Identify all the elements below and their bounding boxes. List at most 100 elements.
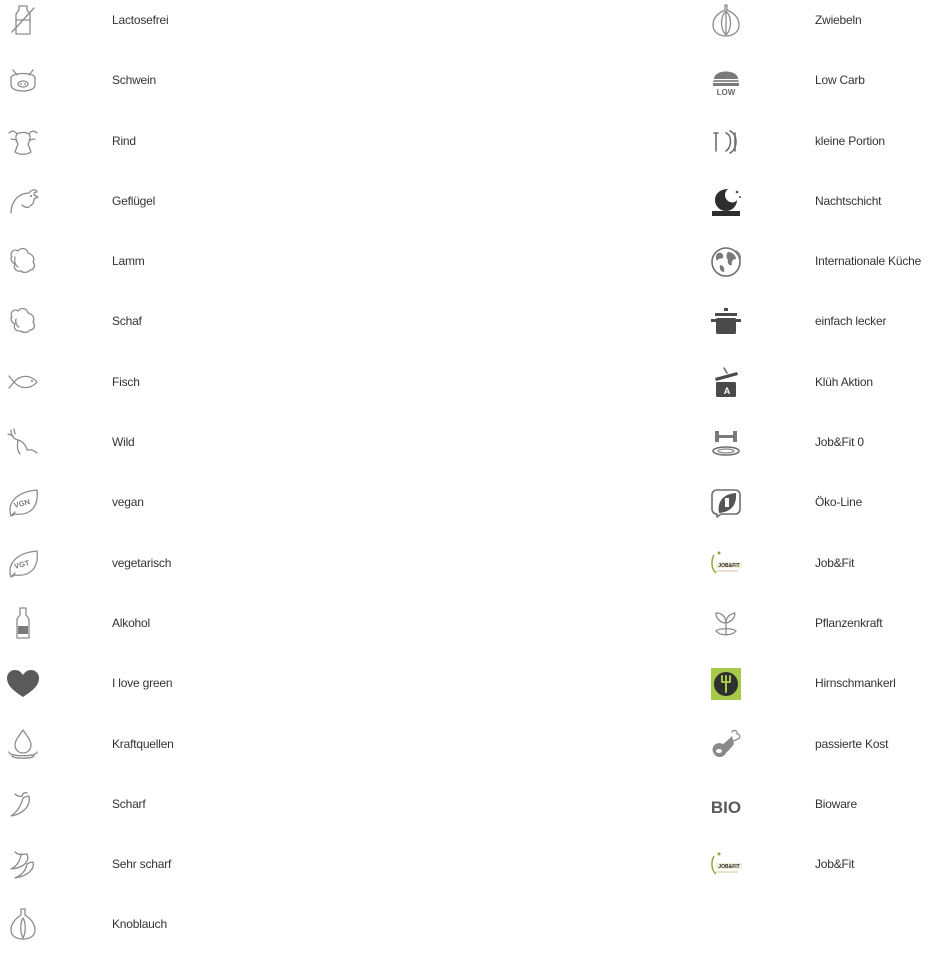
legend-item: Wild bbox=[0, 422, 360, 482]
legend-item: Scharf bbox=[0, 784, 360, 844]
legend-label: Job&Fit bbox=[815, 857, 855, 872]
legend-item: Zwiebeln bbox=[700, 0, 937, 60]
legend-item: einfach lecker bbox=[700, 301, 937, 361]
legend-label: Öko-Line bbox=[815, 495, 863, 510]
legend-label: Alkohol bbox=[112, 615, 150, 630]
water-drop-icon bbox=[3, 726, 43, 762]
sheep-icon bbox=[3, 303, 43, 339]
legend-item: Schwein bbox=[0, 60, 360, 120]
leaf-badge-text: VGT bbox=[13, 558, 31, 571]
heart-icon bbox=[3, 665, 43, 701]
legend-item: Schaf bbox=[0, 301, 360, 361]
legend-label: Wild bbox=[112, 435, 135, 450]
legend-label: Lactosefrei bbox=[112, 13, 169, 27]
bottle-icon bbox=[3, 605, 43, 641]
legend-label: Schwein bbox=[112, 73, 156, 88]
legend-item: Sehr scharf bbox=[0, 844, 360, 904]
legend-item: JOB&FIT Job&Fit bbox=[700, 543, 937, 603]
cow-icon bbox=[3, 123, 43, 159]
legend-item: Öko-Line bbox=[700, 482, 937, 542]
legend-item: Geflügel bbox=[0, 181, 360, 241]
bio-badge-text: BIO bbox=[711, 798, 741, 817]
legend-label: Fisch bbox=[112, 374, 140, 389]
legend-item: Rind bbox=[0, 121, 360, 181]
promo-pot-icon: A bbox=[706, 364, 746, 400]
globe-icon bbox=[706, 243, 746, 279]
legend-item: A Klüh Aktion bbox=[700, 362, 937, 422]
night-shift-icon bbox=[706, 183, 746, 219]
legend-label: Job&Fit 0 bbox=[815, 435, 864, 450]
bio-icon: BIO bbox=[706, 786, 746, 822]
legend-label: Lamm bbox=[112, 254, 145, 269]
legend-item: BIO Bioware bbox=[700, 784, 937, 844]
legend-item: passierte Kost bbox=[700, 724, 937, 784]
leaf-badge-text: VGN bbox=[13, 497, 31, 510]
legend-label: Kraftquellen bbox=[112, 736, 174, 751]
legend-label: kleine Portion bbox=[815, 133, 885, 148]
legend-label: Internationale Küche bbox=[815, 254, 922, 269]
legend-item: kleine Portion bbox=[700, 121, 937, 181]
deer-icon bbox=[3, 424, 43, 460]
legend-item: JOB&FIT Job&Fit bbox=[700, 844, 937, 904]
plant-power-icon bbox=[706, 605, 746, 641]
legend-item: LOW Low Carb bbox=[700, 60, 937, 120]
double-chili-icon bbox=[3, 846, 43, 882]
legend-item: Alkohol bbox=[0, 603, 360, 663]
onion-icon bbox=[706, 2, 746, 38]
job-fit-logo-icon: JOB&FIT bbox=[706, 846, 746, 882]
legend-label: I love green bbox=[112, 676, 173, 691]
legend-column-right: Zwiebeln LOW Low Carb kleine Portion Nachtsc… bbox=[700, 0, 937, 904]
legend-label: Knoblauch bbox=[112, 917, 167, 932]
legend-column-left: Lactosefrei Schwein Rind Geflügel Lamm Schaf F… bbox=[0, 0, 360, 965]
job-fit-logo-icon: JOB&FIT bbox=[706, 545, 746, 581]
legend-item: VGN vegan bbox=[0, 482, 360, 542]
legend-label: Bioware bbox=[815, 796, 857, 811]
low-carb-icon: LOW bbox=[706, 62, 746, 98]
promo-badge-text: A bbox=[724, 386, 731, 396]
legend-label: Sehr scharf bbox=[112, 857, 172, 872]
legend-item: Nachtschicht bbox=[700, 181, 937, 241]
legend-item: Pflanzenkraft bbox=[700, 603, 937, 663]
legend-item: Kraftquellen bbox=[0, 724, 360, 784]
legend-label: Pflanzenkraft bbox=[815, 615, 883, 630]
legend-label: Job&Fit bbox=[815, 555, 855, 570]
chili-icon bbox=[3, 786, 43, 822]
legend-item: VGT vegetarisch bbox=[0, 543, 360, 603]
vegetarian-leaf-icon: VGT bbox=[3, 545, 43, 581]
legend-label: vegetarisch bbox=[112, 555, 172, 570]
lamb-icon bbox=[3, 243, 43, 279]
low-badge-text: LOW bbox=[717, 88, 736, 97]
legend-item: Lamm bbox=[0, 241, 360, 301]
legend-label: Low Carb bbox=[815, 73, 865, 88]
legend-item: I love green bbox=[0, 663, 360, 723]
legend-label: Geflügel bbox=[112, 193, 156, 208]
legend-item: Lactosefrei bbox=[0, 0, 360, 60]
dumbbell-plate-icon bbox=[706, 424, 746, 460]
legend-label: Zwiebeln bbox=[815, 13, 862, 27]
legend-label: vegan bbox=[112, 495, 144, 510]
job-fit-badge-text: JOB&FIT bbox=[718, 563, 739, 569]
legend-label: passierte Kost bbox=[815, 736, 889, 751]
legend-label: Nachtschicht bbox=[815, 193, 882, 208]
legend-label: einfach lecker bbox=[815, 314, 887, 329]
legend-item: Fisch bbox=[0, 362, 360, 422]
legend-label: Scharf bbox=[112, 796, 146, 811]
cooking-pot-icon bbox=[706, 303, 746, 339]
pig-icon bbox=[3, 62, 43, 98]
legend-label: Klüh Aktion bbox=[815, 374, 873, 389]
legend-item: Knoblauch bbox=[0, 904, 360, 964]
brain-food-icon bbox=[706, 665, 746, 701]
job-fit-badge-text: JOB&FIT bbox=[718, 864, 739, 870]
eco-line-icon bbox=[706, 484, 746, 520]
legend-item: Internationale Küche bbox=[700, 241, 937, 301]
legend-label: Hirnschmankerl bbox=[815, 676, 896, 691]
legend-item: Job&Fit 0 bbox=[700, 422, 937, 482]
lactose-free-icon bbox=[3, 2, 43, 38]
legend-label: Schaf bbox=[112, 314, 142, 329]
drumstick-icon bbox=[706, 726, 746, 762]
vegan-leaf-icon: VGN bbox=[3, 484, 43, 520]
fish-icon bbox=[3, 364, 43, 400]
garlic-icon bbox=[3, 906, 43, 942]
legend-item: Hirnschmankerl bbox=[700, 663, 937, 723]
chicken-icon bbox=[3, 183, 43, 219]
